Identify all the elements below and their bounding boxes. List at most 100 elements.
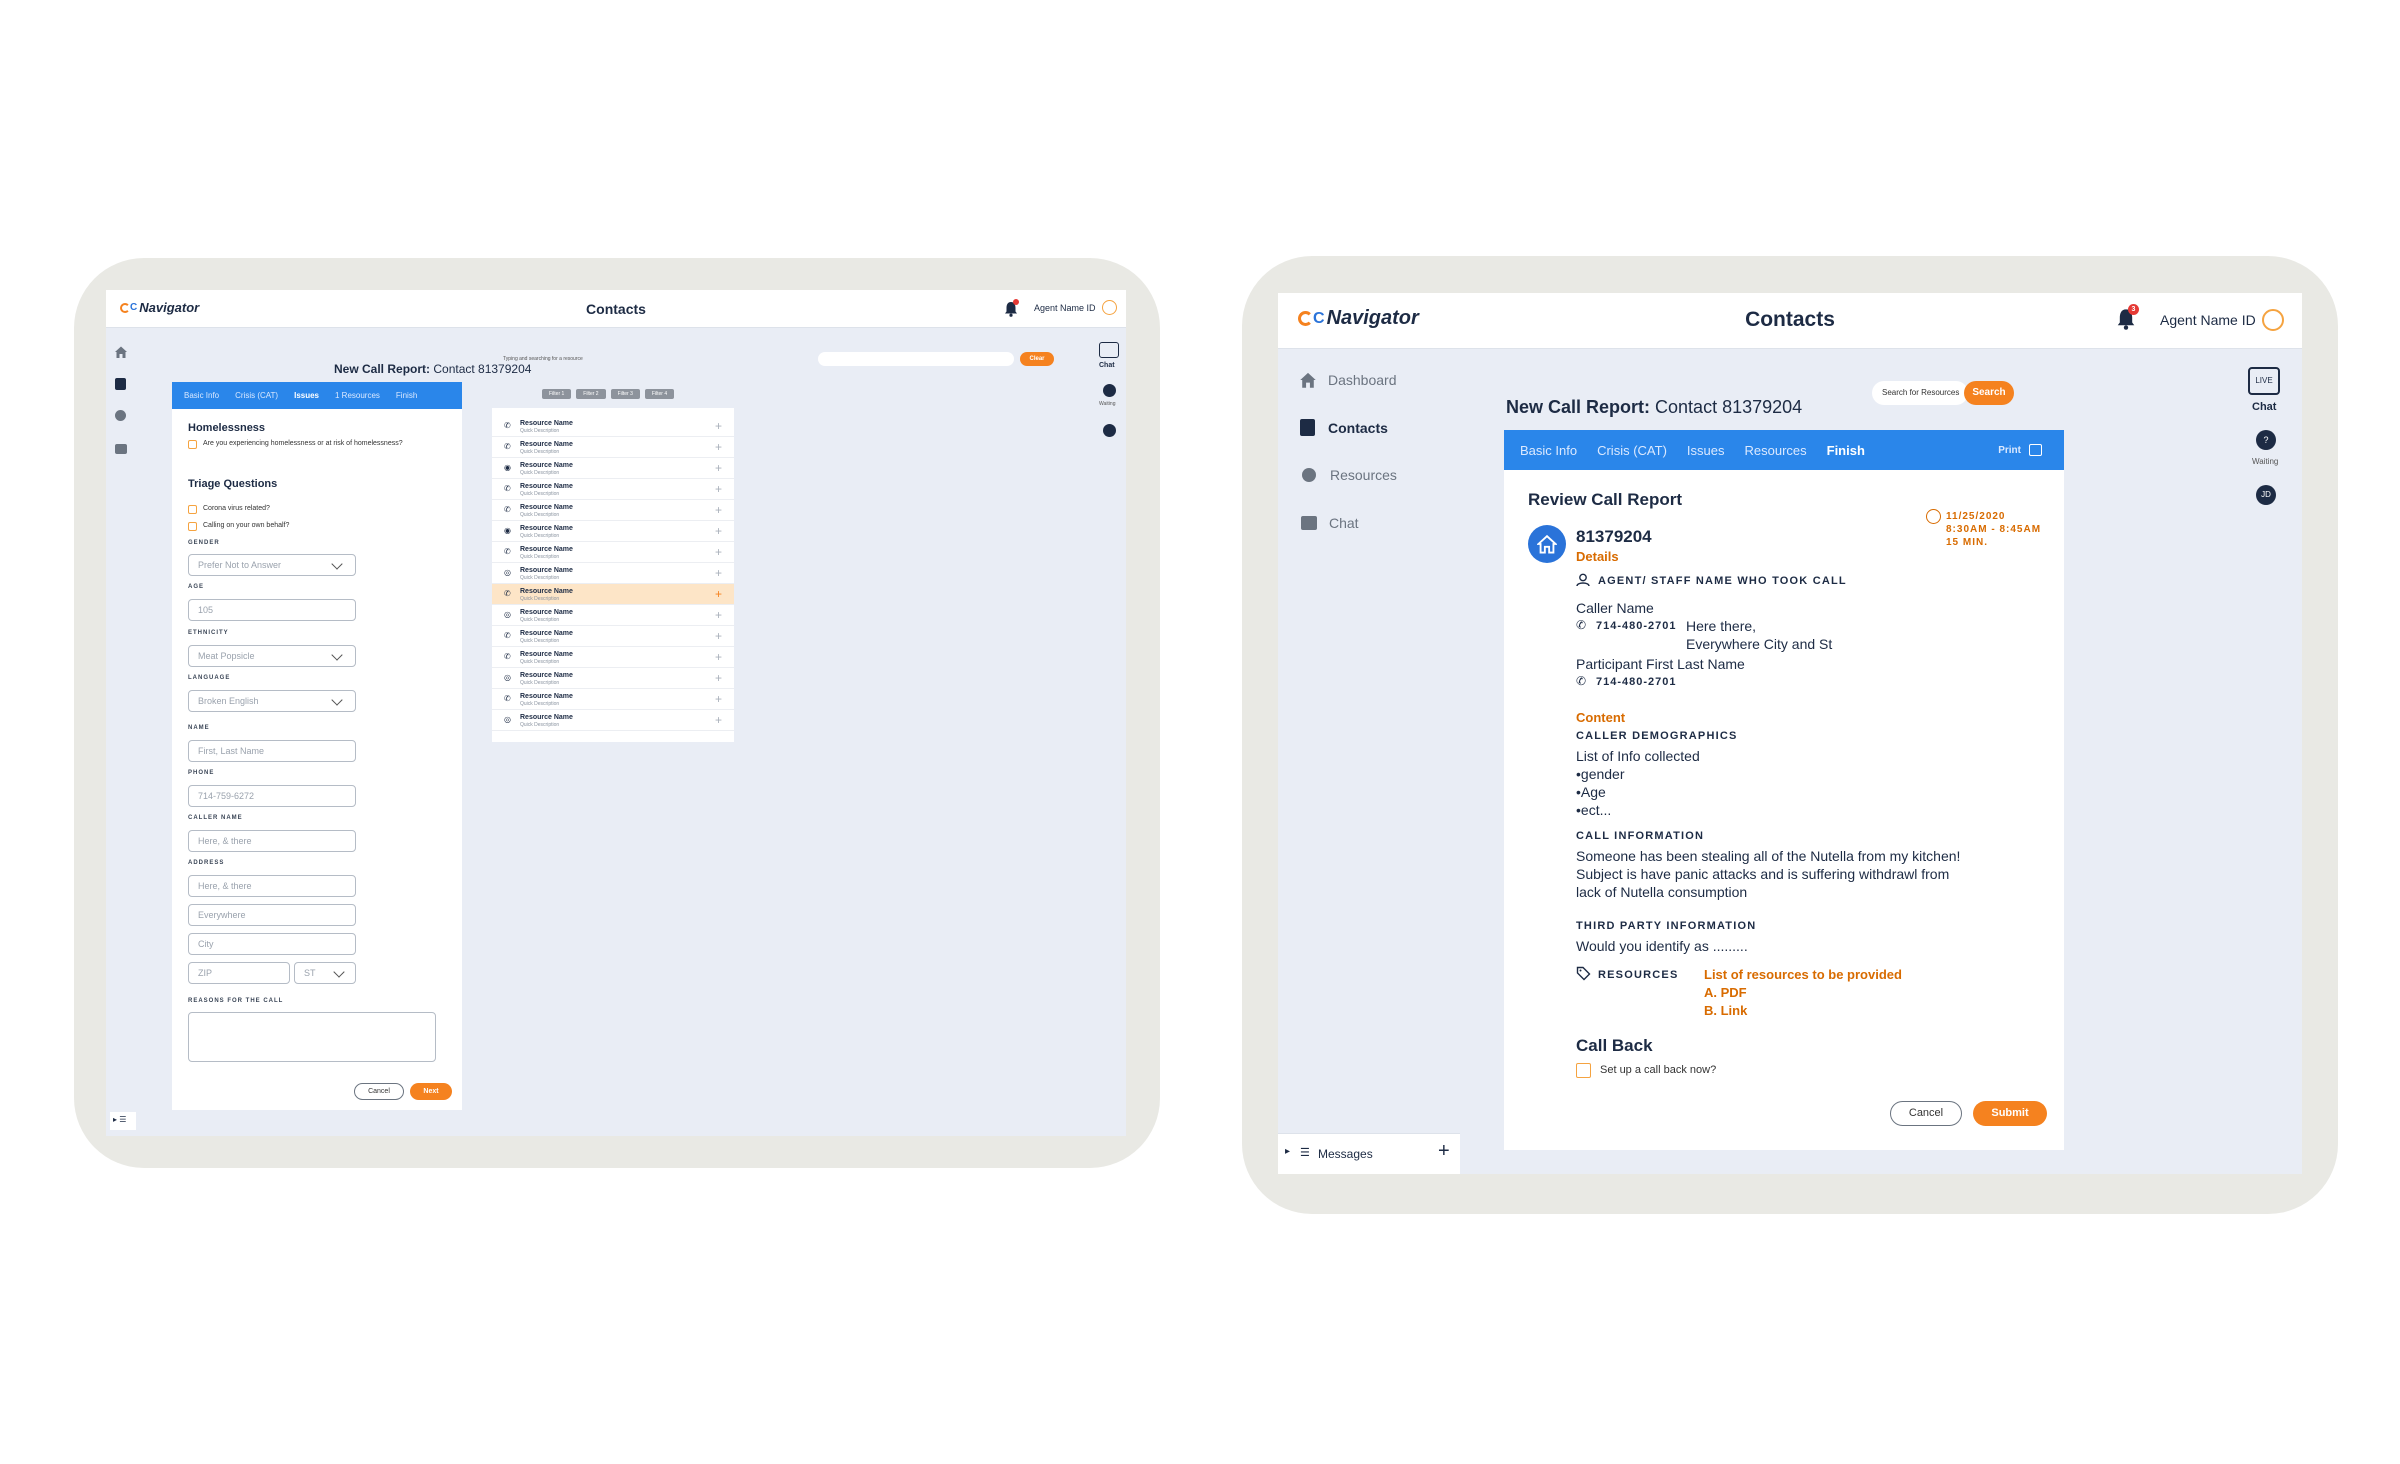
right-tab-issues[interactable]: Issues: [1687, 443, 1725, 458]
left-caller-input[interactable]: Here, & there: [188, 830, 356, 852]
left-filter-3[interactable]: Filter 3: [610, 389, 640, 399]
add-resource-icon[interactable]: +: [715, 587, 722, 601]
left-contacts-icon[interactable]: [115, 378, 126, 390]
details-label: Details: [1576, 549, 1619, 564]
add-resource-icon[interactable]: +: [715, 671, 722, 685]
right-user-icon[interactable]: [2262, 309, 2284, 331]
messages-add-icon[interactable]: +: [1438, 1140, 1450, 1163]
left-homelessness-checkbox[interactable]: [188, 440, 197, 449]
add-resource-icon[interactable]: +: [715, 692, 722, 706]
left-triage-checkbox-1[interactable]: [188, 505, 197, 514]
right-tab-resources[interactable]: Resources: [1744, 443, 1806, 458]
add-resource-icon[interactable]: +: [715, 566, 722, 580]
sidebar-item-resources[interactable]: Resources: [1302, 467, 1397, 483]
left-address2-input[interactable]: Everywhere: [188, 904, 356, 926]
left-tab-issues[interactable]: Issues: [294, 391, 319, 400]
left-bell-icon[interactable]: [1004, 299, 1019, 317]
left-filter-1[interactable]: Filter 1: [542, 389, 572, 399]
add-resource-icon[interactable]: +: [715, 524, 722, 538]
add-resource-icon[interactable]: +: [715, 440, 722, 454]
left-city-input[interactable]: City: [188, 933, 356, 955]
submit-button[interactable]: Submit: [1973, 1101, 2047, 1126]
left-tab-crisis[interactable]: Crisis (CAT): [235, 391, 278, 400]
left-waiting-icon[interactable]: [1103, 384, 1116, 397]
left-triage-checkbox-2[interactable]: [188, 522, 197, 531]
resource-row[interactable]: ◎ Resource Name Quick Description +: [492, 563, 734, 584]
sidebar-item-contacts[interactable]: Contacts: [1300, 419, 1388, 436]
resource-row[interactable]: ◎ Resource Name Quick Description +: [492, 668, 734, 689]
add-resource-icon[interactable]: +: [715, 482, 722, 496]
add-resource-icon[interactable]: +: [715, 608, 722, 622]
left-reasons-textarea[interactable]: [188, 1012, 436, 1062]
resource-row[interactable]: ✆ Resource Name Quick Description +: [492, 584, 734, 605]
resource-row[interactable]: ✆ Resource Name Quick Description +: [492, 416, 734, 437]
right-messages-bar[interactable]: ▸ ☰ Messages +: [1278, 1133, 1460, 1174]
left-name-input[interactable]: First, Last Name: [188, 740, 356, 762]
left-ethnicity-select[interactable]: Meat Popsicle: [188, 645, 356, 667]
resource-row[interactable]: ✆ Resource Name Quick Description +: [492, 647, 734, 668]
resources-line-3[interactable]: B. Link: [1704, 1003, 1747, 1018]
left-zip-input[interactable]: ZIP: [188, 962, 290, 984]
left-address1-input[interactable]: Here, & there: [188, 875, 356, 897]
add-resource-icon[interactable]: +: [715, 545, 722, 559]
left-resources-icon[interactable]: [115, 410, 126, 421]
left-search-input[interactable]: [818, 352, 1014, 366]
resource-row[interactable]: ✆ Resource Name Quick Description +: [492, 626, 734, 647]
right-tab-crisis[interactable]: Crisis (CAT): [1597, 443, 1667, 458]
left-age-input[interactable]: 105: [188, 599, 356, 621]
add-resource-icon[interactable]: +: [715, 629, 722, 643]
resource-row[interactable]: ◎ Resource Name Quick Description +: [492, 605, 734, 626]
add-resource-icon[interactable]: +: [715, 650, 722, 664]
resource-row[interactable]: ✆ Resource Name Quick Description +: [492, 542, 734, 563]
left-filter-2[interactable]: Filter 2: [576, 389, 606, 399]
right-bell-icon[interactable]: 3: [2116, 304, 2139, 330]
sidebar-item-chat[interactable]: Chat: [1301, 515, 1359, 531]
left-chat-live-icon[interactable]: [1099, 342, 1119, 358]
right-tab-finish[interactable]: Finish: [1827, 443, 1865, 458]
left-tab-resources[interactable]: 1 Resources: [335, 391, 380, 400]
right-user-badge[interactable]: JD: [2256, 485, 2276, 505]
right-waiting-icon[interactable]: ?: [2256, 430, 2276, 450]
left-phone-input[interactable]: 714-759-6272: [188, 785, 356, 807]
resource-description: Quick Description: [520, 722, 560, 728]
resources-line-2[interactable]: A. PDF: [1704, 985, 1747, 1000]
add-resource-icon[interactable]: +: [715, 419, 722, 433]
add-resource-icon[interactable]: +: [715, 503, 722, 517]
left-chat-icon[interactable]: [115, 444, 127, 454]
resource-row[interactable]: ✆ Resource Name Quick Description +: [492, 479, 734, 500]
left-messages-toggle[interactable]: ▸ ☰: [110, 1112, 136, 1130]
right-search-button[interactable]: Search: [1964, 381, 2014, 405]
callback-checkbox[interactable]: [1576, 1063, 1591, 1078]
left-tab-finish[interactable]: Finish: [396, 391, 417, 400]
left-user-badge[interactable]: [1103, 424, 1116, 437]
left-st-select[interactable]: ST: [294, 962, 356, 984]
print-button[interactable]: Print: [1998, 444, 2042, 456]
resource-row[interactable]: ◎ Resource Name Quick Description +: [492, 710, 734, 731]
sidebar-item-dashboard[interactable]: Dashboard: [1298, 371, 1397, 389]
left-clear-button[interactable]: Clear: [1020, 352, 1054, 366]
resource-name: Resource Name: [520, 546, 573, 553]
resource-row[interactable]: ◉ Resource Name Quick Description +: [492, 521, 734, 542]
cancel-button[interactable]: Cancel: [1890, 1101, 1962, 1126]
right-tab-basic-info[interactable]: Basic Info: [1520, 443, 1577, 458]
left-home-icon[interactable]: [114, 345, 128, 359]
resource-name: Resource Name: [520, 693, 573, 700]
right-search-input[interactable]: Search for Resources: [1872, 381, 1968, 405]
left-next-button[interactable]: Next: [410, 1083, 452, 1100]
resource-row[interactable]: ✆ Resource Name Quick Description +: [492, 437, 734, 458]
left-agent-name[interactable]: Agent Name ID: [1034, 303, 1096, 313]
add-resource-icon[interactable]: +: [715, 461, 722, 475]
left-user-icon[interactable]: [1102, 300, 1117, 315]
add-resource-icon[interactable]: +: [715, 713, 722, 727]
left-filter-4[interactable]: Filter 4: [644, 389, 675, 399]
messages-expand-icon[interactable]: ▸: [1285, 1146, 1290, 1157]
right-chat-live-icon[interactable]: LIVE: [2248, 367, 2280, 395]
left-gender-select[interactable]: Prefer Not to Answer: [188, 554, 356, 576]
right-agent-name[interactable]: Agent Name ID: [2160, 312, 2256, 328]
left-tab-basic-info[interactable]: Basic Info: [184, 391, 219, 400]
left-language-select[interactable]: Broken English: [188, 690, 356, 712]
resource-row[interactable]: ◉ Resource Name Quick Description +: [492, 458, 734, 479]
resource-row[interactable]: ✆ Resource Name Quick Description +: [492, 689, 734, 710]
left-cancel-button[interactable]: Cancel: [354, 1083, 404, 1100]
resource-row[interactable]: ✆ Resource Name Quick Description +: [492, 500, 734, 521]
